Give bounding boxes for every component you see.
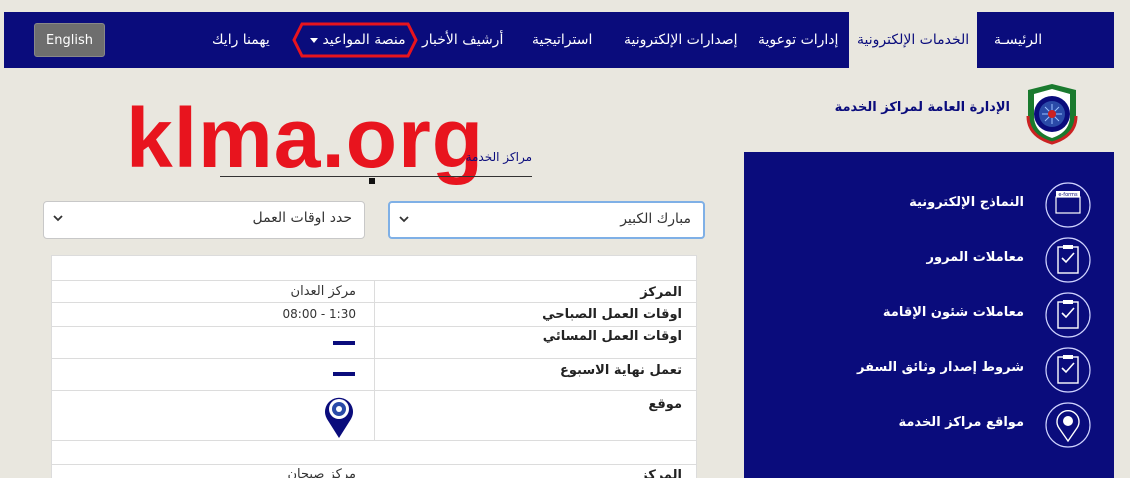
center-value: مركز العدان: [290, 284, 356, 299]
side-item-label: النماذج الإلكترونية: [909, 195, 1024, 210]
side-item-center-locations[interactable]: مواقع مراكز الخدمة: [752, 401, 1092, 451]
nav-feedback[interactable]: يهمنا رايك: [212, 12, 270, 68]
morning-hours-label: اوقات العمل الصباحي: [542, 307, 682, 322]
table-row: اوقات العمل المسائي: [52, 326, 696, 358]
table-row: تعمل نهاية الاسبوع: [52, 358, 696, 390]
main-navbar: الرئيسـة الخدمات الإلكترونية إدارات توعو…: [4, 12, 1114, 68]
nav-strategy[interactable]: استراتيجية: [532, 12, 592, 68]
table-row: المركز مركز العدان: [52, 280, 696, 302]
weekend-label: تعمل نهاية الاسبوع: [560, 363, 682, 378]
map-location-icon[interactable]: [323, 393, 355, 439]
location-pin-icon: [1045, 402, 1091, 448]
english-language-button[interactable]: English: [34, 23, 105, 57]
side-item-traffic[interactable]: معاملات المرور: [752, 236, 1092, 286]
ministry-logo-icon: [1026, 84, 1078, 145]
side-item-label: شروط إصدار وثائق السفر: [857, 360, 1024, 375]
table-row-spacer: [52, 440, 696, 464]
nav-appointments-label: منصة المواعيد: [322, 32, 406, 48]
department-title: الإدارة العامة لمراكز الخدمة: [834, 100, 1010, 115]
location-label: موقع: [648, 397, 682, 412]
nav-news-archive[interactable]: أرشيف الأخبار: [422, 12, 503, 68]
clipboard-check-icon: [1045, 292, 1091, 338]
side-item-label: معاملات المرور: [926, 250, 1024, 265]
nav-e-services[interactable]: الخدمات الإلكترونية: [849, 12, 978, 68]
work-hours-select-value: حدد اوقات العمل: [252, 210, 352, 226]
chevron-down-icon: [399, 216, 409, 223]
centers-heading: مراكز الخدمة: [220, 150, 532, 177]
table-row: موقع: [52, 390, 696, 440]
e-forms-icon: e-forms: [1045, 182, 1091, 228]
svg-text:e-forms: e-forms: [1058, 192, 1078, 198]
empty-dash: [333, 341, 355, 345]
heading-marker: [369, 178, 375, 184]
side-item-e-forms[interactable]: e-forms النماذج الإلكترونية: [752, 181, 1092, 231]
table-row: المركز مركز صبحان: [52, 464, 696, 478]
clipboard-check-icon: [1045, 347, 1091, 393]
services-sidepanel: e-forms النماذج الإلكترونية معاملات المر…: [744, 152, 1114, 478]
side-item-travel-docs[interactable]: شروط إصدار وثائق السفر: [752, 346, 1092, 396]
nav-appointments[interactable]: منصة المواعيد: [306, 12, 406, 68]
nav-home[interactable]: الرئيسـة: [994, 12, 1042, 68]
center-label: المركز: [640, 468, 682, 478]
nav-awareness[interactable]: إدارات توعوية: [758, 12, 838, 68]
side-item-label: مواقع مراكز الخدمة: [898, 415, 1025, 430]
table-row: اوقات العمل الصباحي 08:00 - 1:30: [52, 302, 696, 326]
centers-table: المركز مركز العدان اوقات العمل الصباحي 0…: [51, 255, 697, 478]
region-select-value: مبارك الكبير: [620, 211, 691, 227]
side-item-residency[interactable]: معاملات شئون الإقامة: [752, 291, 1092, 341]
center-value: مركز صبحان: [287, 467, 357, 478]
center-label: المركز: [640, 285, 682, 300]
region-select[interactable]: مبارك الكبير: [388, 201, 705, 239]
chevron-down-icon: [310, 37, 318, 43]
work-hours-select[interactable]: حدد اوقات العمل: [43, 201, 365, 239]
morning-hours-value: 08:00 - 1:30: [282, 307, 357, 321]
nav-e-publications[interactable]: إصدارات الإلكترونية: [624, 12, 738, 68]
chevron-down-icon: [53, 215, 63, 222]
side-item-label: معاملات شئون الإقامة: [882, 305, 1024, 320]
empty-dash: [333, 372, 355, 376]
clipboard-check-icon: [1045, 237, 1091, 283]
evening-hours-label: اوقات العمل المسائي: [542, 329, 682, 344]
